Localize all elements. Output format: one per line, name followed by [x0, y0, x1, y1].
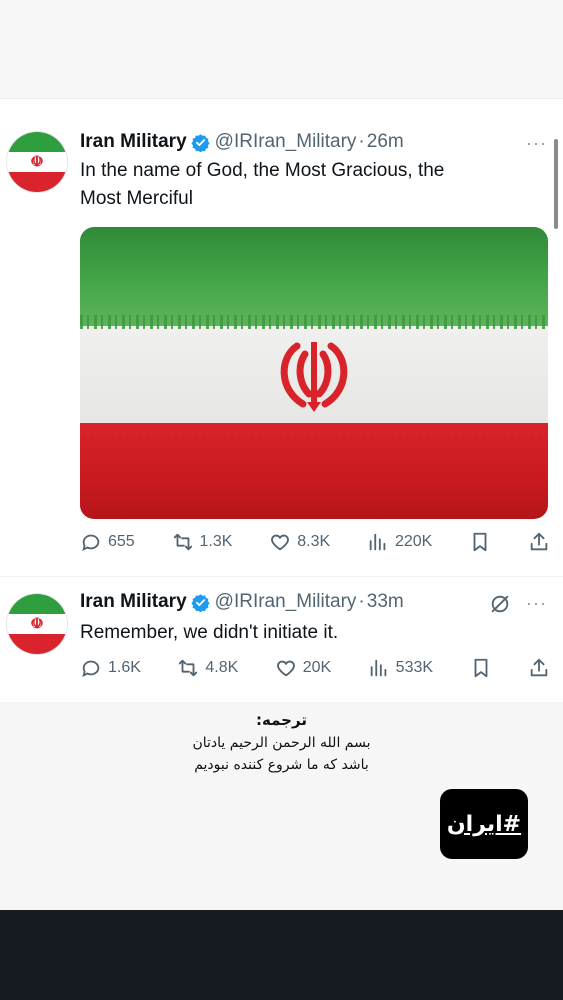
- views-icon: [370, 659, 387, 677]
- bottom-bar: [0, 910, 563, 1000]
- like-count: 20K: [302, 659, 332, 676]
- reply-icon: [82, 534, 100, 552]
- translation-caption: ترجمه: بسم الله الرحمن الرحیم یادتان باش…: [0, 703, 563, 911]
- reply-icon: [82, 660, 100, 678]
- scrollbar[interactable]: [554, 139, 558, 229]
- retweet-count: 1.3K: [199, 533, 233, 550]
- handle[interactable]: @IRIran_Military: [215, 131, 357, 153]
- like-icon: [271, 534, 290, 551]
- tweet-image-flag[interactable]: [80, 227, 548, 519]
- translation-heading: ترجمه:: [256, 711, 307, 729]
- share-icon: [530, 658, 548, 677]
- share-button[interactable]: [528, 657, 550, 679]
- separator: ·: [358, 131, 365, 152]
- hashtag-sticker[interactable]: #ایران: [440, 789, 528, 859]
- reply-button[interactable]: 1.6K: [80, 657, 141, 679]
- tweet-text-line: In the name of God, the Most Gracious, t…: [80, 160, 445, 181]
- views-button[interactable]: 533K: [368, 657, 433, 679]
- like-button[interactable]: 20K: [275, 657, 331, 679]
- timestamp[interactable]: 26m: [367, 131, 404, 153]
- tweet[interactable]: ☫ Iran Military @IRIran_Military · 26m ·…: [0, 99, 563, 577]
- tweet-text: Remember, we didn't initiate it.: [80, 622, 339, 643]
- bookmark-button[interactable]: [469, 531, 491, 553]
- avatar[interactable]: ☫: [6, 593, 68, 655]
- verified-icon: [191, 593, 210, 612]
- views-icon: [369, 533, 386, 551]
- translation-line: بسم الله الرحمن الرحیم یادتان: [192, 735, 371, 751]
- action-bar: 655 1.3K 8.3K 220K: [80, 531, 550, 553]
- tweet-text-line: Most Merciful: [80, 188, 193, 209]
- grok-icon[interactable]: [489, 593, 511, 615]
- action-bar: 1.6K 4.8K 20K 533K: [80, 657, 550, 679]
- more-icon[interactable]: ···: [526, 133, 547, 154]
- like-count: 8.3K: [297, 533, 331, 550]
- bookmark-icon: [473, 532, 487, 552]
- retweet-icon: [173, 533, 192, 551]
- tweet-text: In the name of God, the Most Gracious, t…: [80, 157, 540, 213]
- bookmark-button[interactable]: [470, 657, 492, 679]
- retweet-button[interactable]: 4.8K: [177, 657, 238, 679]
- reply-count: 1.6K: [108, 659, 141, 676]
- separator: ·: [358, 591, 365, 612]
- bookmark-icon: [474, 658, 487, 678]
- handle[interactable]: @IRIran_Military: [215, 591, 357, 613]
- like-icon: [276, 660, 295, 677]
- retweet-button[interactable]: 1.3K: [172, 531, 233, 553]
- share-button[interactable]: [528, 531, 550, 553]
- reply-count: 655: [108, 533, 135, 550]
- tweet-header: Iran Military @IRIran_Military · 26m: [80, 131, 404, 153]
- more-icon[interactable]: ···: [526, 593, 547, 614]
- views-count: 220K: [394, 533, 433, 550]
- timeline-card: ☫ Iran Military @IRIran_Military · 26m ·…: [0, 98, 563, 911]
- emblem-icon: [280, 342, 348, 412]
- views-button[interactable]: 220K: [367, 531, 432, 553]
- share-icon: [530, 532, 548, 551]
- display-name[interactable]: Iran Military: [80, 131, 187, 153]
- top-spacer: [0, 0, 563, 98]
- retweet-count: 4.8K: [205, 659, 239, 676]
- emblem-icon: ☫: [30, 153, 44, 171]
- reply-button[interactable]: 655: [80, 531, 135, 553]
- retweet-icon: [179, 659, 198, 677]
- timestamp[interactable]: 33m: [367, 591, 404, 613]
- verified-icon: [191, 133, 210, 152]
- emblem-icon: ☫: [30, 615, 44, 633]
- tweet-header: Iran Military @IRIran_Military · 33m: [80, 591, 404, 613]
- display-name[interactable]: Iran Military: [80, 591, 187, 613]
- like-button[interactable]: 8.3K: [269, 531, 330, 553]
- tweet[interactable]: ☫ Iran Military @IRIran_Military · 33m ·…: [0, 577, 563, 703]
- avatar[interactable]: ☫: [6, 131, 68, 193]
- views-count: 533K: [395, 659, 434, 676]
- translation-line: باشد که ما شروع کننده نبودیم: [194, 757, 369, 773]
